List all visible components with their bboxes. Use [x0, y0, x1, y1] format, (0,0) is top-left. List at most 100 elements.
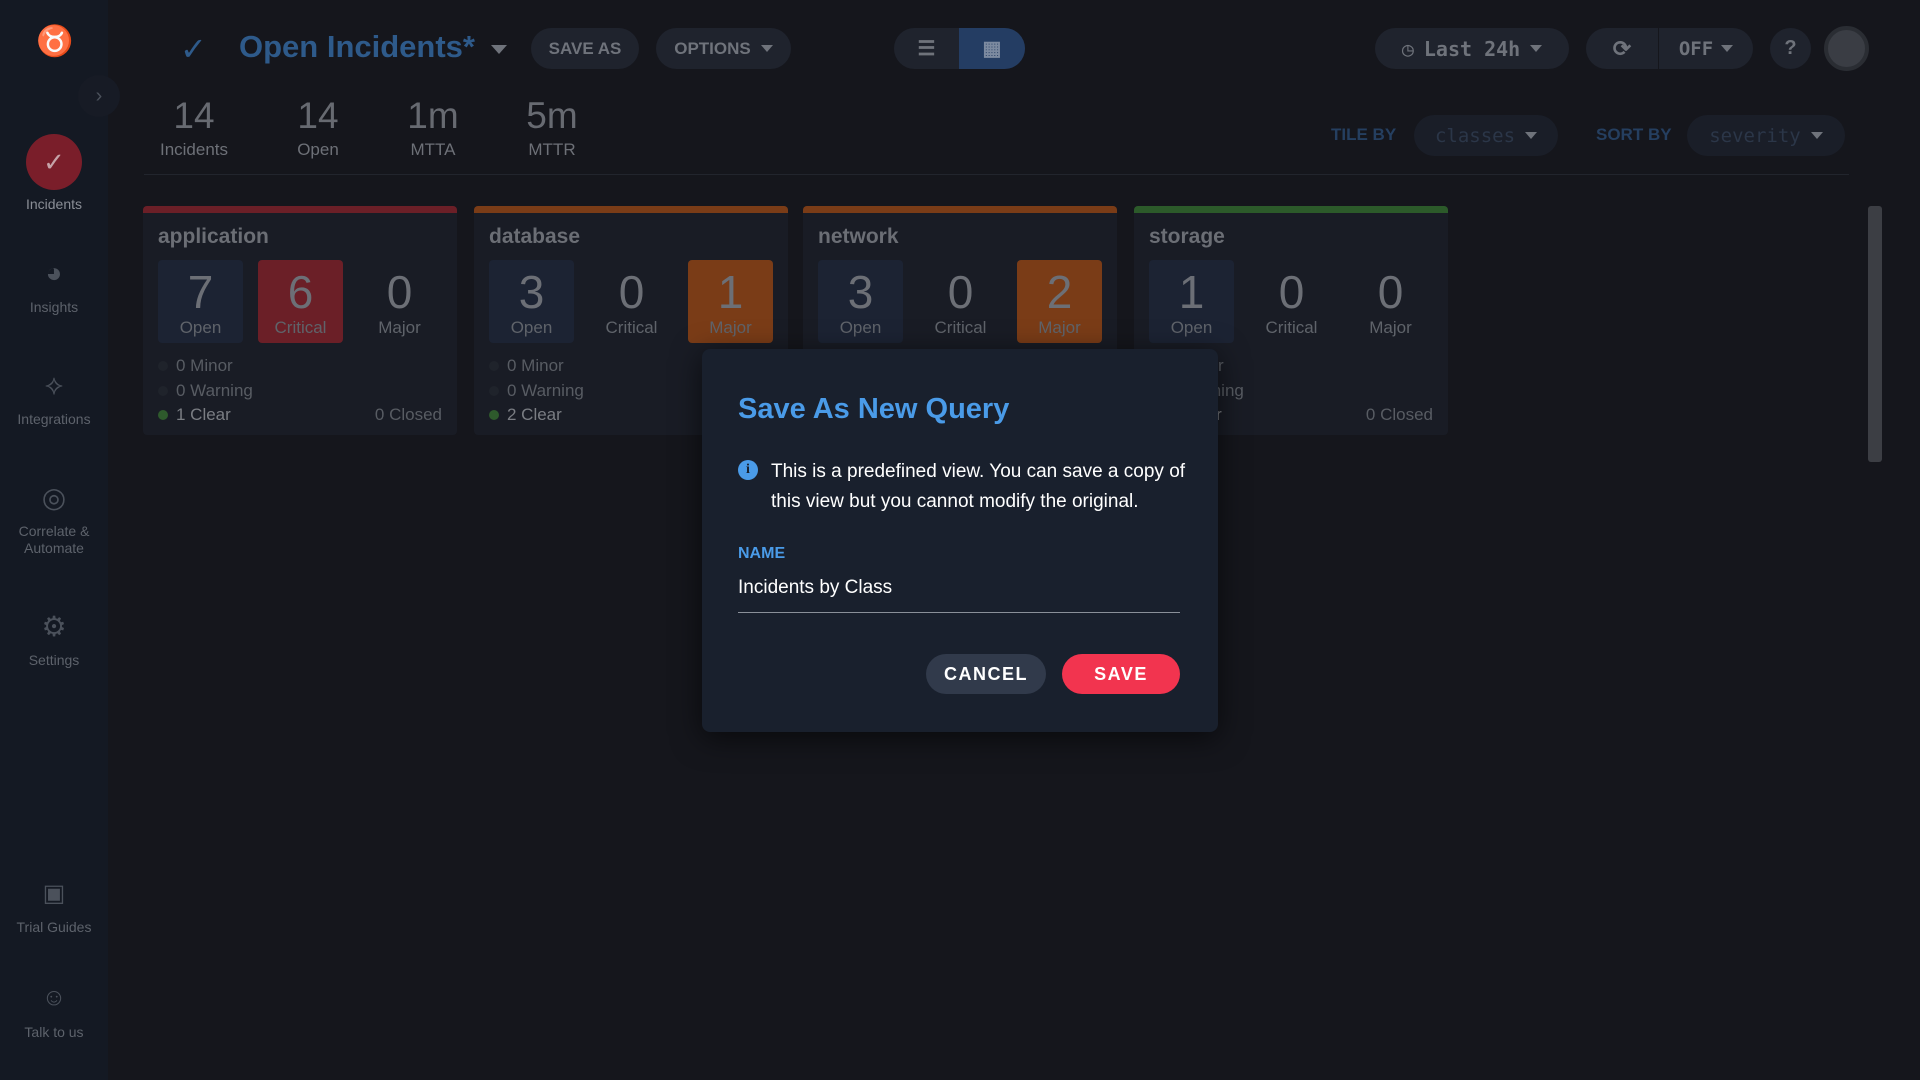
- count-value: 0: [618, 266, 645, 318]
- count-label: Open: [179, 318, 222, 337]
- count-label: Open: [510, 318, 553, 337]
- status-dot-icon: [158, 361, 168, 371]
- tile-severity-bar: [803, 206, 1117, 213]
- info-message: This is a predefined view. You can save …: [771, 461, 1186, 512]
- tile-title: network: [818, 225, 899, 248]
- tile-warning: 0 Warning: [489, 381, 584, 401]
- count-value: 7: [187, 266, 214, 318]
- tile-severity-bar: [1134, 206, 1448, 213]
- count-label: Open: [839, 318, 882, 337]
- status-dot-icon: [158, 410, 168, 420]
- save-query-dialog: Save As New Query i This is a predefined…: [702, 349, 1218, 732]
- help-button[interactable]: ?: [1770, 28, 1811, 69]
- count-label: Major: [378, 318, 421, 337]
- info-icon: i: [738, 460, 758, 480]
- cancel-button[interactable]: CANCEL: [926, 654, 1046, 694]
- tile-count-open[interactable]: 7 Open: [158, 260, 243, 343]
- stat-label: MTTR: [528, 140, 576, 159]
- tile-count-critical[interactable]: 0 Critical: [918, 260, 1003, 343]
- sidebar-item-talk-to-us[interactable]: ☺ Talk to us: [0, 978, 108, 1040]
- sidebar-item-integrations[interactable]: ⟡ Integrations: [0, 365, 108, 428]
- status-dot-icon: [489, 410, 499, 420]
- stat-open: 14 Open: [263, 96, 373, 160]
- chevron-down-icon: [1525, 132, 1538, 139]
- sidebar-item-settings[interactable]: ⚙ Settings: [0, 606, 108, 669]
- sidebar-item-trial-guides[interactable]: ▣ Trial Guides: [0, 873, 108, 936]
- tile-count-critical[interactable]: 6 Critical: [258, 260, 343, 343]
- view-toggle: ☰ ▦: [894, 28, 1025, 69]
- count-label: Open: [1170, 318, 1213, 337]
- chevron-down-icon: [1810, 132, 1823, 139]
- save-button[interactable]: SAVE: [1062, 654, 1180, 694]
- integrations-icon: ⟡: [44, 368, 64, 400]
- target-icon: ◎: [41, 481, 67, 513]
- refresh-icon: ⟳: [1612, 35, 1632, 61]
- sort-by-label: SORT BY: [1596, 125, 1672, 144]
- chevron-down-icon: [1530, 45, 1543, 52]
- count-value: 6: [287, 266, 314, 318]
- count-value: 1: [1178, 266, 1205, 318]
- pie-chart-icon: ◕: [45, 257, 63, 288]
- stat-value: 14: [297, 95, 339, 136]
- list-icon: ☰: [917, 38, 936, 60]
- count-label: Critical: [274, 318, 327, 337]
- stat-label: Open: [297, 140, 339, 159]
- name-input[interactable]: Incidents by Class: [738, 573, 1180, 613]
- tile-severity-bar: [143, 206, 457, 213]
- tile-count-major[interactable]: 1 Major: [688, 260, 773, 343]
- expand-sidebar-button[interactable]: ›: [78, 75, 120, 117]
- scrollbar[interactable]: [1868, 206, 1882, 462]
- tile-count-critical[interactable]: 0 Critical: [589, 260, 674, 343]
- support-icon: ☺: [41, 984, 67, 1011]
- stat-incidents: 14 Incidents: [139, 96, 249, 160]
- tile-count-critical[interactable]: 0 Critical: [1249, 260, 1334, 343]
- status-dot-icon: [489, 386, 499, 396]
- stat-value: 14: [173, 95, 215, 136]
- count-value: 3: [847, 266, 874, 318]
- tile-title: database: [489, 225, 581, 248]
- list-view-button[interactable]: ☰: [894, 28, 959, 69]
- save-as-button[interactable]: SAVE AS: [531, 28, 639, 69]
- gear-icon: ⚙: [41, 610, 67, 642]
- tile-view-button[interactable]: ▦: [959, 28, 1025, 69]
- logo-icon[interactable]: ♉: [36, 24, 73, 59]
- refresh-control: ⟳ OFF: [1586, 28, 1753, 69]
- gift-icon: ▣: [42, 879, 66, 907]
- chevron-down-icon: [1721, 45, 1734, 52]
- count-value: 2: [1046, 266, 1073, 318]
- tile-minor: 0 Minor: [158, 356, 233, 376]
- tile-closed: 0 Closed: [374, 405, 442, 424]
- count-value: 1: [717, 266, 744, 318]
- tile-count-open[interactable]: 3 Open: [818, 260, 903, 343]
- dialog-title: Save As New Query: [738, 393, 1010, 425]
- sidebar-item-insights[interactable]: ◕ Insights: [0, 253, 108, 315]
- sidebar-item-incidents[interactable]: ✓ Incidents: [0, 134, 108, 212]
- sidebar-item-correlate[interactable]: ◎ Correlate & Automate: [0, 477, 108, 557]
- title-dropdown-caret-icon[interactable]: [491, 45, 507, 54]
- tile-count-major[interactable]: 0 Major: [1348, 260, 1433, 343]
- count-label: Critical: [934, 318, 987, 337]
- auto-refresh-dropdown[interactable]: OFF: [1658, 28, 1753, 69]
- tile-title: application: [158, 225, 269, 248]
- avatar[interactable]: [1824, 26, 1869, 71]
- page-title[interactable]: Open Incidents*: [239, 29, 475, 65]
- refresh-button[interactable]: ⟳: [1586, 36, 1658, 62]
- count-label: Major: [709, 318, 752, 337]
- status-dot-icon: [489, 361, 499, 371]
- tile-by-dropdown[interactable]: classes: [1414, 115, 1558, 156]
- time-range-dropdown[interactable]: ◷ Last 24h: [1375, 28, 1569, 69]
- options-button[interactable]: OPTIONS: [656, 28, 791, 69]
- divider: [144, 174, 1849, 175]
- count-label: Critical: [605, 318, 658, 337]
- tile-count-major[interactable]: 0 Major: [357, 260, 442, 343]
- tile-count-open[interactable]: 1 Open: [1149, 260, 1234, 343]
- count-label: Critical: [1265, 318, 1318, 337]
- tile-application[interactable]: application 7 Open 6 Critical 0 Major 0 Minor 0 …: [143, 206, 457, 435]
- tile-count-major[interactable]: 2 Major: [1017, 260, 1102, 343]
- stat-label: MTTA: [410, 140, 456, 159]
- sort-by-dropdown[interactable]: severity: [1687, 115, 1845, 156]
- tile-severity-bar: [474, 206, 788, 213]
- tile-count-open[interactable]: 3 Open: [489, 260, 574, 343]
- stat-value: 1m: [407, 95, 459, 136]
- tile-warning: 0 Warning: [158, 381, 253, 401]
